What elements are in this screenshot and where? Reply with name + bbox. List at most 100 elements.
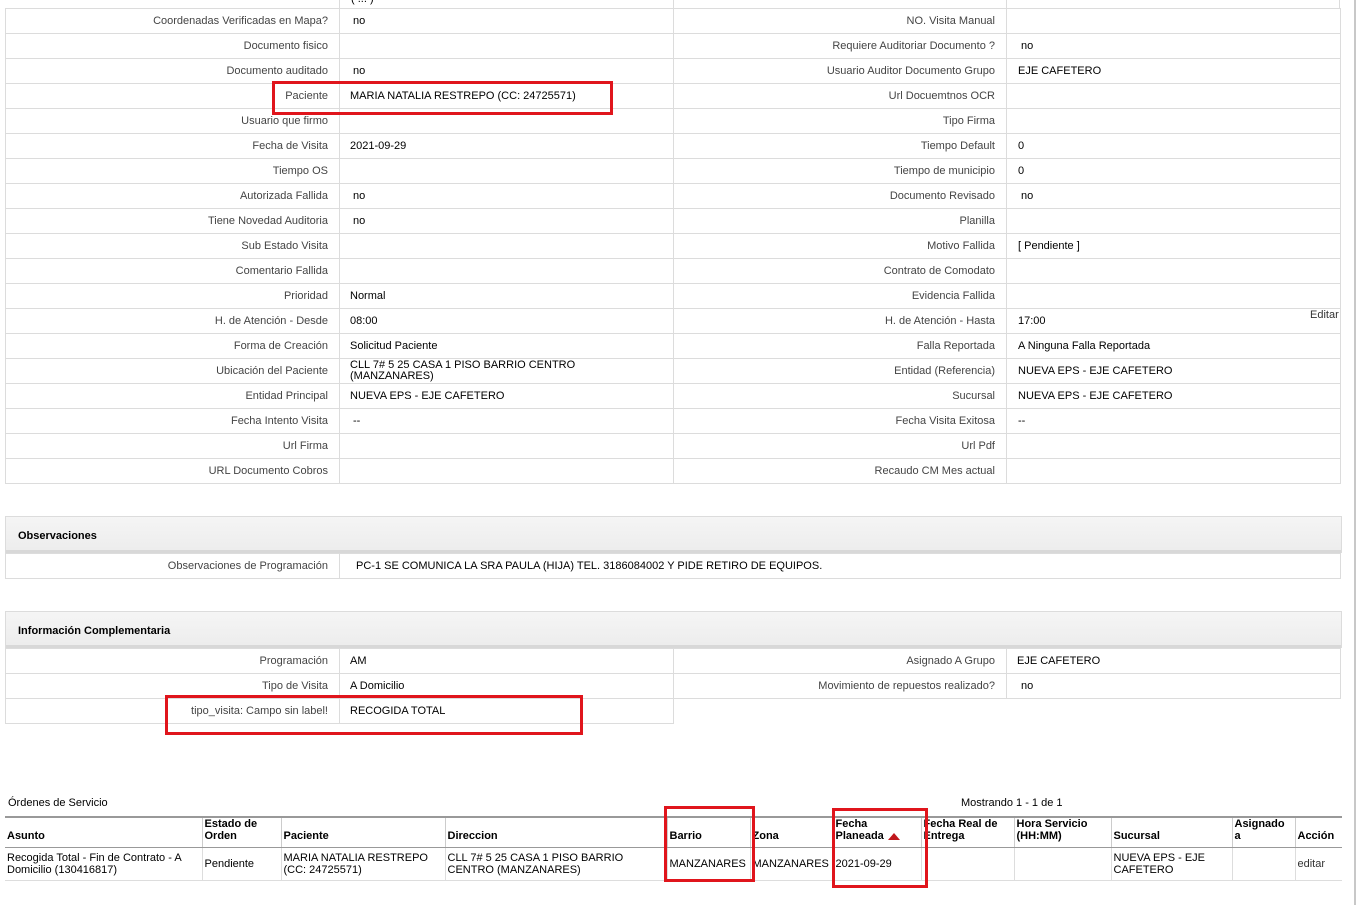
detail-row: Ubicación del Paciente CLL 7# 5 25 CASA 1… (5, 358, 1341, 384)
detail-left-label: Tiene Novedad Auditoria (5, 208, 340, 234)
detail-right-label: NO. Visita Manual (673, 8, 1007, 34)
detail-left-value: 08:00 (339, 308, 674, 334)
detail-row: Usuario que firmo Tipo Firma (5, 108, 1341, 134)
order-asunto: Recogida Total - Fin de Contrato - A Dom… (5, 847, 202, 881)
observaciones-value: PC-1 SE COMUNICA LA SRA PAULA (HIJA) TEL… (339, 553, 1341, 579)
orders-table: Asunto Estado de Orden Paciente Direccio… (5, 816, 1342, 881)
detail-left-label: Url Firma (5, 433, 340, 459)
detail-left-value (339, 433, 674, 459)
detail-right-label: Usuario Auditor Documento Grupo (673, 58, 1007, 84)
detail-right-value (1006, 83, 1341, 109)
table-row[interactable]: Recogida Total - Fin de Contrato - A Dom… (5, 847, 1342, 881)
detail-right-value: NUEVA EPS - EJE CAFETERO (1006, 358, 1341, 384)
edit-link[interactable]: Editar (1310, 309, 1339, 321)
detail-left-value: 2021-09-29 (339, 133, 674, 159)
detail-right-label: Tiempo Default (673, 133, 1007, 159)
detail-row: Coordenadas Verificadas en Mapa? no NO. Vi… (5, 8, 1341, 34)
detail-right-value: -- (1006, 408, 1341, 434)
detail-row: Fecha Intento Visita -- Fecha Visita Exito… (5, 408, 1341, 434)
page-scrollbar[interactable] (1354, 0, 1356, 905)
programacion-value: AM (339, 648, 674, 674)
detail-left-value: -- (339, 408, 674, 434)
info-comp-table: Programación AM Asignado A Grupo EJE CAF… (5, 648, 1341, 724)
detail-right-label: Url Pdf (673, 433, 1007, 459)
detail-row: Url Firma Url Pdf (5, 433, 1341, 459)
detail-right-label: Tiempo de municipio (673, 158, 1007, 184)
order-paciente: MARIA NATALIA RESTREPO (CC: 24725571) (280, 847, 445, 881)
movimiento-repuestos-label: Movimiento de repuestos realizado? (673, 673, 1007, 699)
col-estado-orden[interactable]: Estado de Orden (201, 816, 281, 848)
detail-row: Documento auditado no Usuario Auditor Docu… (5, 58, 1341, 84)
sort-ascending-icon (887, 832, 900, 840)
info-comp-header: Información Complementaria (5, 611, 1342, 648)
detail-right-value: 17:00 (1006, 308, 1341, 334)
detail-row: Tiempo OS Tiempo de municipio 0 (5, 158, 1341, 184)
detail-left-value (339, 158, 674, 184)
detail-left-label: Ubicación del Paciente (5, 358, 340, 384)
detail-right-value (1006, 433, 1341, 459)
col-barrio[interactable]: Barrio (666, 816, 750, 848)
order-editar-link[interactable]: editar (1294, 847, 1342, 881)
tipo-visita-raw-label: tipo_visita: Campo sin label! (5, 698, 340, 724)
col-fecha-real-entrega[interactable]: Fecha Real de Entrega (920, 816, 1014, 848)
order-sucursal: NUEVA EPS - EJE CAFETERO (1110, 847, 1232, 881)
detail-left-value: no (339, 183, 674, 209)
movimiento-repuestos-value: no (1006, 673, 1341, 699)
detail-left-value (339, 458, 674, 484)
detail-left-value: no (339, 8, 674, 34)
detail-right-value: no (1006, 183, 1341, 209)
order-zona: MANZANARES (749, 847, 833, 881)
detail-right-value (1006, 283, 1341, 309)
detail-right-label: Sucursal (673, 383, 1007, 409)
top-partial-value: ( ... ) (351, 0, 374, 5)
col-accion: Acción (1294, 816, 1342, 848)
detail-right-value: [ Pendiente ] (1006, 233, 1341, 259)
order-hora (1013, 847, 1111, 881)
detail-left-label: Fecha Intento Visita (5, 408, 340, 434)
top-partial-row: ( ... ) (5, 0, 1340, 8)
detail-right-value (1006, 108, 1341, 134)
detail-left-label: Usuario que firmo (5, 108, 340, 134)
detail-row: Entidad Principal NUEVA EPS - EJE CAFETER… (5, 383, 1341, 409)
detail-right-value: 0 (1006, 133, 1341, 159)
detail-row: H. de Atención - Desde 08:00 H. de Atenció… (5, 308, 1341, 334)
observaciones-title: Observaciones (18, 530, 97, 542)
detail-left-label: Autorizada Fallida (5, 183, 340, 209)
detail-left-value: Solicitud Paciente (339, 333, 674, 359)
col-hora-servicio[interactable]: Hora Servicio (HH:MM) (1013, 816, 1111, 848)
order-asignado (1231, 847, 1295, 881)
detail-left-label: Paciente (5, 83, 340, 109)
tipo-visita-value: A Domicilio (339, 673, 674, 699)
col-sucursal[interactable]: Sucursal (1110, 816, 1232, 848)
detail-row: Autorizada Fallida no Documento Revisado no (5, 183, 1341, 209)
col-zona[interactable]: Zona (749, 816, 833, 848)
detail-row: Tiene Novedad Auditoria no Planilla (5, 208, 1341, 234)
detail-right-label: Evidencia Fallida (673, 283, 1007, 309)
detail-left-label: Documento auditado (5, 58, 340, 84)
tipo-visita-raw-value: RECOGIDA TOTAL (339, 698, 674, 724)
detail-right-label: Entidad (Referencia) (673, 358, 1007, 384)
detail-right-label: Url Docuemtnos OCR (673, 83, 1007, 109)
detail-left-label: Prioridad (5, 283, 340, 309)
detail-right-value (1006, 208, 1341, 234)
detail-right-label: Fecha Visita Exitosa (673, 408, 1007, 434)
info-comp-title: Información Complementaria (18, 625, 171, 637)
detail-row: URL Documento Cobros Recaudo CM Mes actua… (5, 458, 1341, 484)
detail-left-value (339, 33, 674, 59)
col-fecha-planeada[interactable]: Fecha Planeada (832, 816, 921, 848)
detail-left-label: Entidad Principal (5, 383, 340, 409)
order-direccion: CLL 7# 5 25 CASA 1 PISO BARRIO CENTRO (M… (444, 847, 667, 881)
col-paciente[interactable]: Paciente (280, 816, 445, 848)
col-asignado[interactable]: Asignado a (1231, 816, 1295, 848)
observaciones-label: Observaciones de Programación (5, 553, 340, 579)
col-asunto[interactable]: Asunto (5, 816, 202, 848)
detail-row: Fecha de Visita 2021-09-29 Tiempo Default 0 (5, 133, 1341, 159)
detail-left-label: Comentario Fallida (5, 258, 340, 284)
order-estado: Pendiente (201, 847, 281, 881)
orders-title: Órdenes de Servicio (8, 797, 108, 809)
detail-right-label: H. de Atención - Hasta (673, 308, 1007, 334)
col-direccion[interactable]: Direccion (444, 816, 667, 848)
detail-row: Paciente MARIA NATALIA RESTREPO (CC: 2472… (5, 83, 1341, 109)
detail-row: Documento fisico Requiere Auditoriar Docu… (5, 33, 1341, 59)
detail-left-value: CLL 7# 5 25 CASA 1 PISO BARRIO CENTRO (M… (339, 358, 674, 384)
